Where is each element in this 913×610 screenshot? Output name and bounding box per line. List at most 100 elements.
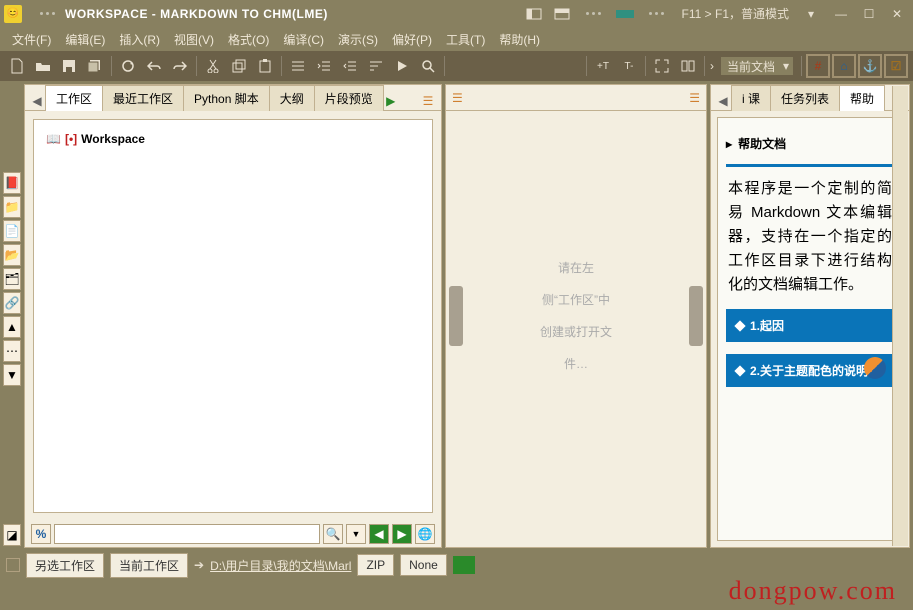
filter-input[interactable] — [54, 524, 320, 544]
statusbar: 另选工作区 当前工作区 ➔ D:\用户目录\我的文档\Marl ZIP None — [0, 551, 913, 579]
search-icon[interactable] — [416, 54, 440, 78]
diamond-icon — [734, 320, 745, 331]
editor-menu-right-icon[interactable]: ☰ — [689, 91, 700, 105]
left-panel: ◀ 工作区 最近工作区 Python 脚本 大纲 片段预览 ▶ ☰ 📖 [•] … — [24, 84, 442, 548]
footer-next-icon[interactable]: ▶ — [392, 524, 412, 544]
tab-snippet[interactable]: 片段预览 — [314, 85, 384, 111]
help-scrollbar[interactable] — [892, 117, 903, 541]
strip-up-icon[interactable]: ▲ — [3, 316, 21, 338]
menu-format[interactable]: 格式(O) — [222, 29, 275, 50]
home-icon[interactable]: ⌂ — [832, 54, 856, 78]
strip-folder2-icon[interactable]: 📂 — [3, 244, 21, 266]
layout-icon[interactable] — [676, 54, 700, 78]
titlebar-layout2-icon[interactable] — [550, 5, 574, 23]
check-icon[interactable]: ☑ — [884, 54, 908, 78]
left-icon-strip: 📕 📁 📄 📂 🗂 🔗 ▲ ⋯ ▼ ◪ — [3, 84, 21, 548]
menu-help[interactable]: 帮助(H) — [493, 29, 546, 50]
cut-icon[interactable] — [201, 54, 225, 78]
strip-down-icon[interactable]: ▼ — [3, 364, 21, 386]
reload-icon[interactable] — [116, 54, 140, 78]
theme-circle-icon — [864, 357, 886, 379]
tab-recent[interactable]: 最近工作区 — [102, 85, 184, 111]
strip-folder-icon[interactable]: 📁 — [3, 196, 21, 218]
menu-present[interactable]: 演示(S) — [332, 29, 384, 50]
status-green-icon[interactable] — [453, 556, 475, 574]
titlebar-layout1-icon[interactable] — [522, 5, 546, 23]
editor-menu-left-icon[interactable]: ☰ — [452, 91, 463, 105]
alt-workspace-button[interactable]: 另选工作区 — [26, 553, 104, 578]
menu-view[interactable]: 视图(V) — [168, 29, 220, 50]
help-section-1[interactable]: 1.起因 — [726, 309, 894, 342]
strip-attach-icon[interactable]: 🔗 — [3, 292, 21, 314]
tab-course[interactable]: i 课 — [731, 85, 771, 111]
expand-icon[interactable] — [650, 54, 674, 78]
editor-handle-left[interactable] — [449, 286, 463, 346]
maximize-button[interactable]: ☐ — [857, 2, 881, 26]
rtab-prev-icon[interactable]: ◀ — [715, 92, 731, 110]
redo-icon[interactable] — [168, 54, 192, 78]
outdent-icon[interactable] — [338, 54, 362, 78]
tab-python[interactable]: Python 脚本 — [183, 85, 270, 111]
hash-icon[interactable]: # — [806, 54, 830, 78]
strip-more-icon[interactable]: ⋯ — [3, 340, 21, 362]
tab-workspace[interactable]: 工作区 — [45, 85, 103, 111]
toolbar: +T T- › 当前文档▾ # ⌂ ⚓ ☑ — [0, 51, 913, 81]
editor-panel: ☰ ☰ 请在左 侧“工作区”中 创建或打开文 件… — [445, 84, 707, 548]
save-icon[interactable] — [57, 54, 81, 78]
strip-doc-icon[interactable]: 📄 — [3, 220, 21, 242]
open-folder-icon[interactable] — [31, 54, 55, 78]
anchor-icon[interactable]: ⚓ — [858, 54, 882, 78]
footer-prev-icon[interactable]: ◀ — [369, 524, 389, 544]
indent-icon[interactable] — [312, 54, 336, 78]
marker-icon: [•] — [65, 132, 77, 146]
sort-icon[interactable] — [364, 54, 388, 78]
menu-edit[interactable]: 编辑(E) — [59, 29, 111, 50]
mode-hint: F11 > F1，普通模式 — [682, 5, 789, 22]
tab-prev-icon[interactable]: ◀ — [29, 92, 45, 110]
list-icon[interactable] — [286, 54, 310, 78]
undo-icon[interactable] — [142, 54, 166, 78]
doc-selector[interactable]: 当前文档▾ — [720, 56, 794, 76]
font-increase-icon[interactable]: +T — [591, 54, 615, 78]
footer-search-icon[interactable]: 🔍 — [323, 524, 343, 544]
left-panel-footer: % 🔍 ▼ ◀ ▶ 🌐 — [25, 521, 441, 547]
none-button[interactable]: None — [400, 554, 447, 576]
zip-button[interactable]: ZIP — [357, 554, 394, 576]
status-path[interactable]: D:\用户目录\我的文档\Marl — [210, 557, 351, 574]
menu-insert[interactable]: 插入(R) — [113, 29, 166, 50]
run-icon[interactable] — [390, 54, 414, 78]
menu-tools[interactable]: 工具(T) — [440, 29, 491, 50]
strip-color-icon[interactable]: ◪ — [3, 524, 21, 546]
help-intro: 本程序是一个定制的简易 Markdown 文本编辑器，支持在一个指定的工作区目录… — [718, 177, 902, 297]
tab-next-icon[interactable]: ▶ — [383, 92, 399, 110]
right-panel: ◀ i 课 任务列表 帮助 ▸ 帮助文档 本程序是一个定制的简易 Markdow… — [710, 84, 910, 548]
menu-compile[interactable]: 编译(C) — [277, 29, 330, 50]
menu-file[interactable]: 文件(F) — [6, 29, 57, 50]
editor-handle-right[interactable] — [689, 286, 703, 346]
strip-folder3-icon[interactable]: 🗂 — [3, 268, 21, 290]
menu-pref[interactable]: 偏好(P) — [386, 29, 438, 50]
paste-icon[interactable] — [253, 54, 277, 78]
new-file-icon[interactable] — [5, 54, 29, 78]
copy-icon[interactable] — [227, 54, 251, 78]
minimize-button[interactable]: — — [829, 2, 853, 26]
cur-workspace-button[interactable]: 当前工作区 — [110, 553, 188, 578]
status-arrow-icon: ➔ — [194, 558, 204, 572]
strip-book-icon[interactable]: 📕 — [3, 172, 21, 194]
footer-dropdown-icon[interactable]: ▼ — [346, 524, 366, 544]
percent-button[interactable]: % — [31, 524, 51, 544]
save-all-icon[interactable] — [83, 54, 107, 78]
mode-dropdown-icon[interactable]: ▾ — [799, 5, 823, 23]
help-section-2[interactable]: 2.关于主题配色的说明 — [726, 354, 894, 387]
footer-browser-icon[interactable]: 🌐 — [415, 524, 435, 544]
help-divider — [726, 164, 894, 167]
font-decrease-icon[interactable]: T- — [617, 54, 641, 78]
close-button[interactable]: ✕ — [885, 2, 909, 26]
doc-selector-chevron-icon[interactable]: › — [710, 59, 714, 73]
tab-menu-icon[interactable]: ☰ — [419, 92, 437, 110]
tab-help[interactable]: 帮助 — [839, 85, 885, 111]
titlebar-progress-icon[interactable] — [613, 5, 637, 23]
tab-tasks[interactable]: 任务列表 — [770, 85, 840, 111]
tab-outline[interactable]: 大纲 — [269, 85, 315, 111]
workspace-tree[interactable]: 📖 [•] Workspace — [33, 119, 433, 513]
